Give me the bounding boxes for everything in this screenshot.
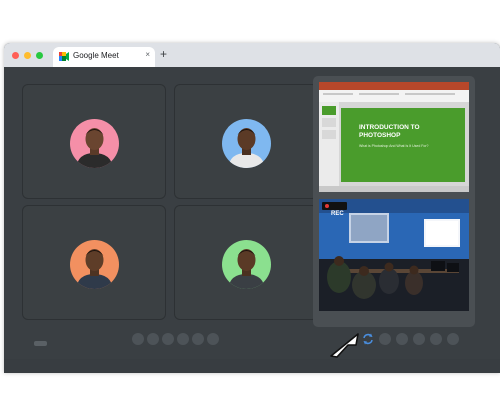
avatar xyxy=(70,240,119,289)
rec-badge: REC xyxy=(322,202,347,217)
new-tab-button[interactable]: + xyxy=(160,47,167,61)
control-button-1[interactable] xyxy=(132,333,144,345)
browser-tab-google-meet[interactable]: Google Meet × xyxy=(53,47,155,67)
presentation-slide[interactable]: INTRODUCTION TO PHOTOSHOP What is Photos… xyxy=(319,82,469,192)
participant-tile-2[interactable] xyxy=(174,84,318,199)
participant-tile-1[interactable] xyxy=(22,84,166,199)
control-button-5[interactable] xyxy=(192,333,204,345)
tab-close-icon[interactable]: × xyxy=(145,50,150,59)
control-button-8[interactable] xyxy=(396,333,408,345)
browser-titlebar: Google Meet × + xyxy=(4,43,500,67)
control-button-7[interactable] xyxy=(379,333,391,345)
maximize-window-button[interactable] xyxy=(36,52,43,59)
window-bottom-strip xyxy=(4,359,500,373)
control-button-2[interactable] xyxy=(147,333,159,345)
sync-icon[interactable] xyxy=(361,332,375,346)
cursor-arrow-icon xyxy=(330,333,359,358)
google-meet-logo-icon xyxy=(59,52,69,61)
control-button-10[interactable] xyxy=(430,333,442,345)
participant-tile-3[interactable] xyxy=(22,205,166,320)
browser-window: Google Meet × + INTRODUCTION TO PHOTOSHO… xyxy=(4,43,500,373)
rec-dot-icon xyxy=(325,204,329,208)
control-button-6[interactable] xyxy=(207,333,219,345)
avatar xyxy=(222,240,271,289)
slide-content: INTRODUCTION TO PHOTOSHOP What is Photos… xyxy=(341,108,465,182)
slide-title: INTRODUCTION TO PHOTOSHOP xyxy=(359,124,420,139)
participant-tile-4[interactable] xyxy=(174,205,318,320)
rec-label: REC xyxy=(331,211,344,217)
avatar xyxy=(222,119,271,168)
close-window-button[interactable] xyxy=(12,52,19,59)
tab-title: Google Meet xyxy=(73,51,119,60)
avatar xyxy=(70,119,119,168)
classroom-camera-feed[interactable]: REC xyxy=(319,199,469,311)
meeting-info-pill[interactable] xyxy=(34,341,47,346)
control-button-3[interactable] xyxy=(162,333,174,345)
minimize-window-button[interactable] xyxy=(24,52,31,59)
slide-subtitle: What is Photoshop And What Is It Used Fo… xyxy=(359,144,429,148)
presentation-panel: INTRODUCTION TO PHOTOSHOP What is Photos… xyxy=(313,76,475,327)
control-button-4[interactable] xyxy=(177,333,189,345)
control-button-11[interactable] xyxy=(447,333,459,345)
control-button-9[interactable] xyxy=(413,333,425,345)
